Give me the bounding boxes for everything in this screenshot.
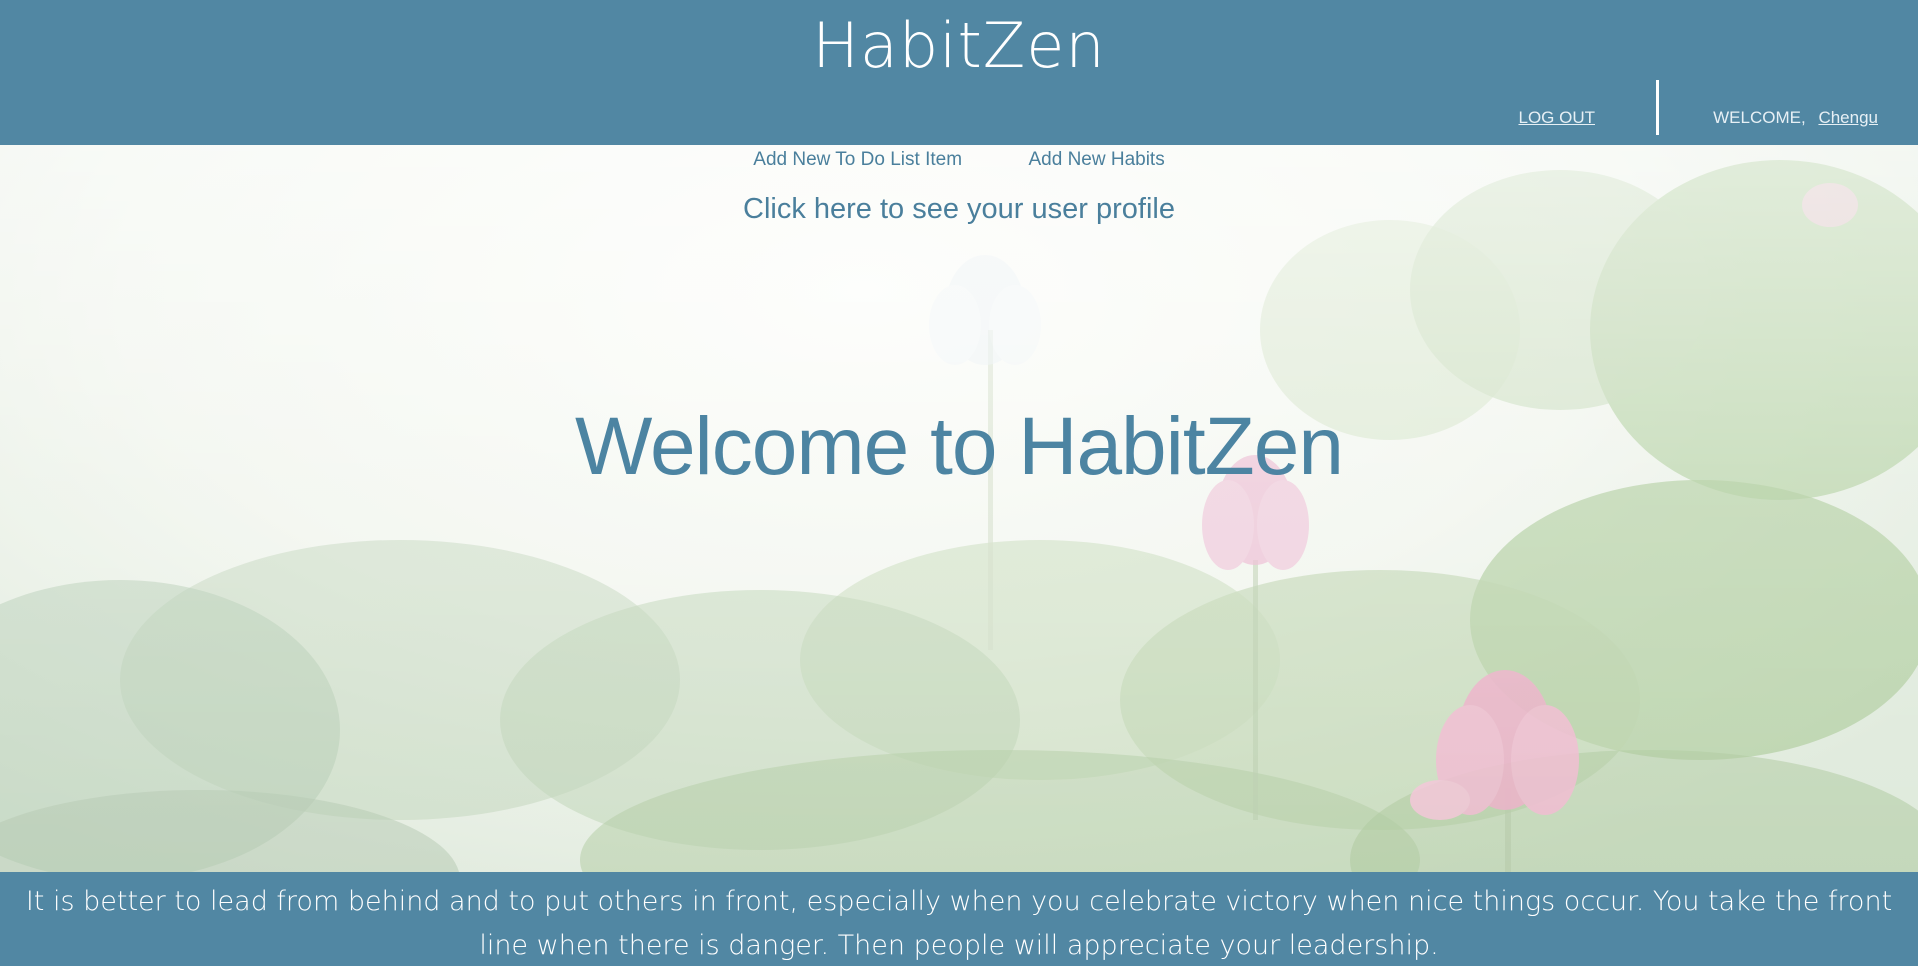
action-nav: Add New To Do List Item Add New Habits [0,149,1918,171]
welcome-greeting: WELCOME, Chengu [1713,108,1878,128]
top-header-bar: HabitZen LOG OUT WELCOME, Chengu [0,0,1918,145]
hero-welcome-title: Welcome to HabitZen [575,401,1344,492]
add-habits-link[interactable]: Add New Habits [1028,149,1164,171]
quote-footer-bar: It is better to lead from behind and to … [0,872,1918,966]
header-divider [1656,80,1659,135]
brand-title: HabitZen [812,9,1106,82]
user-profile-link[interactable]: Click here to see your user profile [0,193,1918,226]
username-link[interactable]: Chengu [1818,108,1878,127]
add-todo-item-link[interactable]: Add New To Do List Item [753,149,962,171]
welcome-label: WELCOME, [1713,108,1806,127]
leadership-quote: It is better to lead from behind and to … [25,886,1893,961]
logout-link[interactable]: LOG OUT [1518,108,1595,128]
